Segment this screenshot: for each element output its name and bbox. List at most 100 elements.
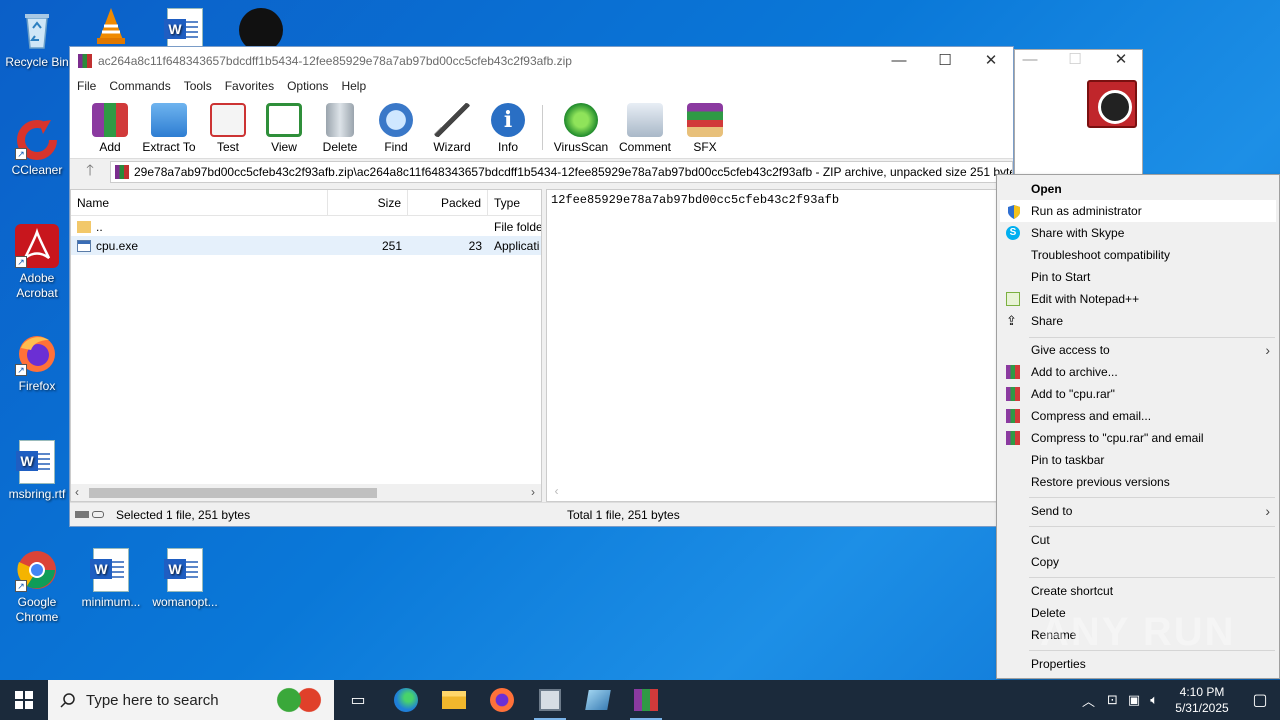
desktop-icon-recycle-bin[interactable]: Recycle Bin: [0, 8, 74, 70]
word-document-icon: [15, 440, 59, 484]
desktop-icon-word-top[interactable]: [148, 8, 222, 52]
menu-item-troubleshoot[interactable]: Troubleshoot compatibility: [1000, 244, 1276, 266]
taskbar-notepad[interactable]: [574, 680, 622, 720]
file-list[interactable]: Name Size Packed Type .. File folde cpu.…: [70, 189, 542, 502]
menu-item-add-to-archive[interactable]: Add to archive...: [1000, 361, 1276, 383]
menu-item-properties[interactable]: Properties: [1000, 653, 1276, 675]
desktop-icon-google-chrome[interactable]: ↗ Google Chrome: [0, 548, 74, 625]
menu-item-label: Edit with Notepad++: [1031, 292, 1140, 306]
menu-item-run-as-administrator[interactable]: Run as administrator: [1000, 200, 1276, 222]
menu-item-share-with-skype[interactable]: S Share with Skype: [1000, 222, 1276, 244]
wizard-button[interactable]: Wizard: [424, 97, 480, 158]
add-button[interactable]: Add: [82, 97, 138, 158]
menu-item-restore-previous-versions[interactable]: Restore previous versions: [1000, 471, 1276, 493]
path-field[interactable]: 29e78a7ab97bd00cc5cfeb43c2f93afb.zip\ac2…: [110, 161, 1013, 183]
column-size[interactable]: Size: [328, 189, 408, 216]
notification-icon[interactable]: ▢: [1240, 690, 1280, 710]
menu-help[interactable]: Help: [341, 79, 366, 93]
menu-item-share[interactable]: ⇪ Share: [1000, 310, 1276, 332]
up-arrow-icon[interactable]: 🡑: [70, 160, 110, 185]
winrar-window[interactable]: ac264a8c11f648343657bdcdff1b5434-12fee85…: [69, 46, 1014, 527]
menu-item-pin-to-taskbar[interactable]: Pin to taskbar: [1000, 449, 1276, 471]
desktop-icon-womanopt[interactable]: womanopt...: [148, 548, 222, 610]
folder-icon: [442, 691, 466, 709]
menu-favorites[interactable]: Favorites: [225, 79, 274, 93]
comment-scrollbar[interactable]: ‹ ›: [547, 484, 1012, 501]
view-button[interactable]: View: [256, 97, 312, 158]
menu-separator: [1029, 577, 1275, 578]
taskbar-search[interactable]: Type here to search: [48, 680, 334, 720]
desktop-icon-msbring[interactable]: msbring.rtf: [0, 440, 74, 502]
minimize-button[interactable]: —: [1015, 46, 1045, 74]
menu-file[interactable]: File: [77, 79, 96, 93]
menu-item-send-to[interactable]: Send to ›: [1000, 500, 1276, 522]
chrome-icon: ↗: [15, 548, 59, 592]
taskbar-firefox[interactable]: [478, 680, 526, 720]
comment-icon: [627, 103, 663, 137]
winrar-icon: [634, 689, 658, 711]
desktop-icon-ccleaner[interactable]: ↗ CCleaner: [0, 116, 74, 178]
column-type[interactable]: Type: [488, 190, 541, 216]
taskbar-app-active[interactable]: [526, 680, 574, 720]
taskbar-edge[interactable]: [382, 680, 430, 720]
menu-item-give-access-to[interactable]: Give access to ›: [1000, 339, 1276, 361]
background-window[interactable]: — ☐ ✕: [1014, 49, 1143, 175]
extract-to-button[interactable]: Extract To: [138, 97, 200, 158]
start-button[interactable]: [0, 680, 48, 720]
table-row[interactable]: cpu.exe 251 23 Applicati: [71, 236, 541, 255]
menu-item-label: Add to archive...: [1031, 365, 1118, 379]
menu-item-add-to-cpu-rar[interactable]: Add to "cpu.rar": [1000, 383, 1276, 405]
close-button[interactable]: ✕: [1101, 46, 1141, 74]
taskbar-file-explorer[interactable]: [430, 680, 478, 720]
taskbar-winrar[interactable]: [622, 680, 670, 720]
menu-tools[interactable]: Tools: [184, 79, 212, 93]
virusscan-button[interactable]: VirusScan: [549, 97, 613, 158]
menu-item-open[interactable]: Open: [1000, 178, 1276, 200]
table-row[interactable]: .. File folde: [71, 217, 541, 236]
maximize-button[interactable]: ☐: [1055, 46, 1095, 74]
menu-separator: [1029, 497, 1275, 498]
scroll-left-icon[interactable]: ‹: [75, 485, 79, 499]
desktop-icon-minimum[interactable]: minimum...: [74, 548, 148, 610]
menu-item-cut[interactable]: Cut: [1000, 529, 1276, 551]
comment-pane[interactable]: 12fee85929e78a7ab97bd00cc5cfeb43c2f93afb…: [546, 189, 1013, 502]
volume-icon[interactable]: 🔈︎: [1150, 692, 1158, 708]
shortcut-arrow-icon: ↗: [15, 256, 27, 268]
minimize-button[interactable]: —: [876, 47, 922, 75]
test-button[interactable]: Test: [200, 97, 256, 158]
column-name[interactable]: Name: [71, 189, 328, 216]
desktop-icon-firefox[interactable]: ↗ Firefox: [0, 332, 74, 394]
title-bar[interactable]: ac264a8c11f648343657bdcdff1b5434-12fee85…: [70, 47, 1013, 75]
desktop-icon-black-app[interactable]: [224, 8, 298, 52]
scrollbar-thumb[interactable]: [89, 488, 377, 498]
menu-item-create-shortcut[interactable]: Create shortcut: [1000, 580, 1276, 602]
menu-item-edit-notepadpp[interactable]: Edit with Notepad++: [1000, 288, 1276, 310]
delete-button[interactable]: Delete: [312, 97, 368, 158]
menu-item-copy[interactable]: Copy: [1000, 551, 1276, 573]
find-button[interactable]: Find: [368, 97, 424, 158]
info-button[interactable]: i Info: [480, 97, 536, 158]
desktop-icon-vlc[interactable]: [74, 4, 148, 44]
horizontal-scrollbar[interactable]: ‹ ›: [71, 484, 541, 501]
menu-options[interactable]: Options: [287, 79, 328, 93]
scroll-left-icon[interactable]: ‹: [553, 485, 560, 499]
close-button[interactable]: ✕: [968, 47, 1014, 75]
scroll-right-icon[interactable]: ›: [531, 485, 535, 499]
winrar-icon: [1006, 431, 1020, 445]
info-icon: i: [491, 103, 525, 137]
ethernet-icon[interactable]: ▣: [1128, 692, 1140, 708]
network-status-icon[interactable]: ⊡: [1107, 692, 1118, 708]
comment-button[interactable]: Comment: [613, 97, 677, 158]
desktop-icon-adobe-acrobat[interactable]: ↗ Adobe Acrobat: [0, 224, 74, 301]
menu-item-pin-to-start[interactable]: Pin to Start: [1000, 266, 1276, 288]
menu-item-compress-and-email[interactable]: Compress and email...: [1000, 405, 1276, 427]
add-archive-icon: [92, 103, 128, 137]
maximize-button[interactable]: ☐: [922, 47, 968, 75]
column-packed[interactable]: Packed: [408, 189, 488, 216]
chevron-up-icon[interactable]: ︿: [1082, 691, 1095, 710]
task-view-button[interactable]: ▭: [334, 680, 382, 720]
sfx-button[interactable]: SFX: [677, 97, 733, 158]
menu-commands[interactable]: Commands: [109, 79, 170, 93]
taskbar-clock[interactable]: 4:10 PM 5/31/2025: [1164, 684, 1240, 716]
menu-item-compress-to-cpu-rar-email[interactable]: Compress to "cpu.rar" and email: [1000, 427, 1276, 449]
